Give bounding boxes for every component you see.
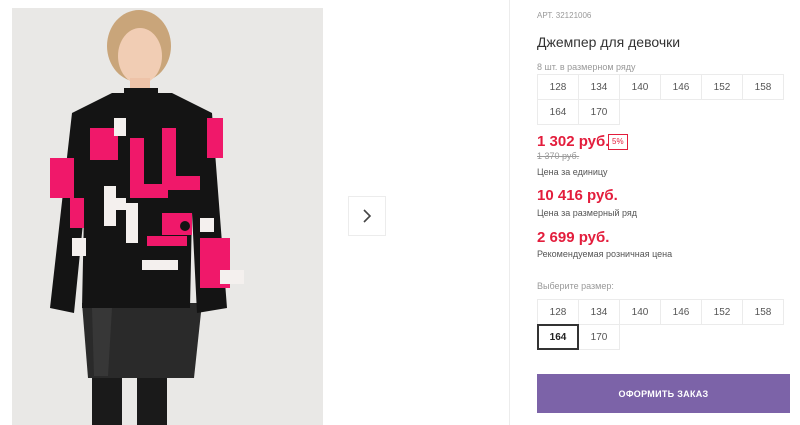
size-option[interactable]: 128 [537, 299, 579, 325]
order-button[interactable]: ОФОРМИТЬ ЗАКАЗ [537, 374, 790, 413]
range-size-cell: 158 [742, 74, 784, 100]
size-option[interactable]: 140 [619, 299, 661, 325]
range-size-cell: 134 [578, 74, 620, 100]
article-label: АРТ. [537, 11, 554, 20]
size-option[interactable]: 152 [701, 299, 743, 325]
range-size-cell: 170 [578, 99, 620, 125]
retail-price-caption: Рекомендуемая розничная цена [537, 249, 673, 259]
size-option-selected[interactable]: 164 [537, 324, 579, 350]
size-option[interactable]: 146 [660, 299, 702, 325]
product-gallery [0, 0, 510, 425]
discount-badge: 5% [608, 134, 628, 150]
size-option[interactable]: 134 [578, 299, 620, 325]
next-image-button[interactable] [348, 196, 386, 236]
chevron-right-icon [363, 209, 372, 223]
range-price: 10 416 руб. [537, 187, 618, 204]
range-size-cell: 146 [660, 74, 702, 100]
unit-price-caption: Цена за единицу [537, 167, 608, 177]
range-size-cell: 152 [701, 74, 743, 100]
select-size-caption: Выберите размер: [537, 281, 614, 291]
range-size-cell: 164 [537, 99, 579, 125]
article-number: АРТ. 32121006 [537, 11, 591, 20]
size-range-grid: 128 134 140 146 152 158 164 170 [537, 74, 790, 125]
size-option[interactable]: 158 [742, 299, 784, 325]
range-price-caption: Цена за размерный ряд [537, 208, 638, 218]
size-option[interactable]: 170 [578, 324, 620, 350]
range-size-cell: 140 [619, 74, 661, 100]
article-value: 32121006 [555, 11, 592, 20]
retail-price: 2 699 руб. [537, 229, 610, 246]
size-selector: 128 134 140 146 152 158 164 170 [537, 299, 790, 350]
range-size-cell: 128 [537, 74, 579, 100]
size-range-caption: 8 шт. в размерном ряду [537, 62, 636, 72]
product-photo [12, 8, 323, 425]
old-price: 1 370 руб. [537, 151, 580, 161]
product-title: Джемпер для девочки [537, 34, 681, 50]
unit-price: 1 302 руб. [537, 133, 610, 150]
product-photo-illustration [12, 8, 323, 425]
